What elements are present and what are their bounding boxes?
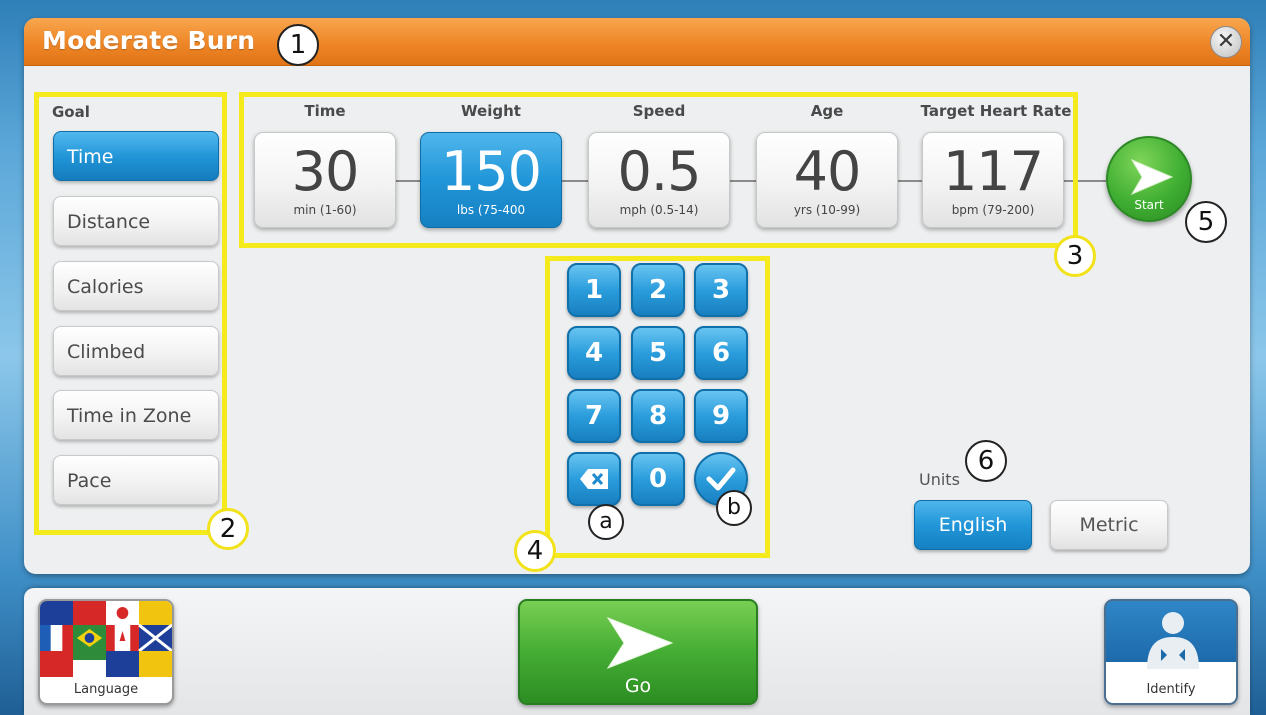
param-label-target-heart-rate: Target Heart Rate xyxy=(920,102,1072,120)
keypad-key-5[interactable]: 5 xyxy=(631,326,685,380)
arrow-right-icon xyxy=(1130,158,1174,196)
goal-option-time-in-zone[interactable]: Time in Zone xyxy=(53,390,219,440)
start-button[interactable]: Start xyxy=(1106,136,1192,222)
go-label: Go xyxy=(624,675,652,697)
goal-option-calories[interactable]: Calories xyxy=(53,261,219,311)
param-range: bpm (79-200) xyxy=(951,203,1035,217)
connector-line xyxy=(562,180,588,182)
close-button[interactable]: ✕ xyxy=(1210,26,1242,58)
param-range: mph (0.5-14) xyxy=(619,203,699,217)
go-button[interactable]: Go xyxy=(518,599,758,705)
flags-icon xyxy=(40,601,172,677)
goal-label: Goal xyxy=(52,103,90,121)
param-label-speed: Speed xyxy=(632,102,686,120)
param-label-time: Time xyxy=(304,102,346,120)
callout-a: a xyxy=(588,504,624,540)
callout-2: 2 xyxy=(207,508,249,550)
param-target-heart-rate[interactable]: 117 bpm (79-200) xyxy=(922,132,1064,228)
param-range: lbs (75-400 xyxy=(456,203,526,217)
identify-label: Identify xyxy=(1146,682,1196,697)
connector-line xyxy=(396,180,420,182)
keypad-key-8[interactable]: 8 xyxy=(631,389,685,443)
identify-button[interactable]: Identify xyxy=(1104,599,1238,705)
param-label-age: Age xyxy=(810,102,844,120)
connector-line xyxy=(1064,180,1106,182)
param-value: 117 xyxy=(942,140,1044,203)
goal-option-distance[interactable]: Distance xyxy=(53,196,219,246)
language-button[interactable]: Language xyxy=(38,599,174,705)
keypad-key-9[interactable]: 9 xyxy=(694,389,748,443)
param-range: min (1-60) xyxy=(293,203,357,217)
callout-1: 1 xyxy=(277,24,319,66)
connector-line xyxy=(898,180,922,182)
callout-4: 4 xyxy=(514,530,556,572)
param-label-weight: Weight xyxy=(461,102,521,120)
callout-3: 3 xyxy=(1054,235,1096,277)
keypad-key-3[interactable]: 3 xyxy=(694,263,748,317)
param-range: yrs (10-99) xyxy=(793,203,861,217)
keypad-key-0[interactable]: 0 xyxy=(631,452,685,506)
param-value: 30 xyxy=(291,140,360,203)
arrow-right-icon xyxy=(606,616,674,670)
keypad-key-4[interactable]: 4 xyxy=(567,326,621,380)
keypad-key-1[interactable]: 1 xyxy=(567,263,621,317)
language-label: Language xyxy=(73,682,139,697)
start-label: Start xyxy=(1134,198,1164,212)
callout-6: 6 xyxy=(965,440,1007,482)
param-age[interactable]: 40 yrs (10-99) xyxy=(756,132,898,228)
callout-b: b xyxy=(716,490,752,526)
user-icon xyxy=(1147,612,1199,669)
keypad-key-6[interactable]: 6 xyxy=(694,326,748,380)
param-weight[interactable]: 150 lbs (75-400 xyxy=(420,132,562,228)
units-metric-button[interactable]: Metric xyxy=(1050,500,1168,550)
param-value: 150 xyxy=(440,140,542,203)
backspace-icon xyxy=(580,469,608,489)
checkmark-icon xyxy=(706,467,736,491)
param-time[interactable]: 30 min (1-60) xyxy=(254,132,396,228)
goal-option-climbed[interactable]: Climbed xyxy=(53,326,219,376)
goal-option-time[interactable]: Time xyxy=(53,131,219,181)
keypad-key-2[interactable]: 2 xyxy=(631,263,685,317)
param-speed[interactable]: 0.5 mph (0.5-14) xyxy=(588,132,730,228)
keypad-backspace-button[interactable] xyxy=(567,452,621,506)
goal-option-pace[interactable]: Pace xyxy=(53,455,219,505)
callout-5: 5 xyxy=(1185,201,1227,243)
param-value: 0.5 xyxy=(617,140,702,203)
param-value: 40 xyxy=(793,140,862,203)
units-label: Units xyxy=(919,470,960,489)
units-english-button[interactable]: English xyxy=(914,500,1032,550)
workout-title: Moderate Burn xyxy=(42,26,256,55)
connector-line xyxy=(730,180,756,182)
title-bar: Moderate Burn ✕ xyxy=(24,18,1250,66)
keypad-key-7[interactable]: 7 xyxy=(567,389,621,443)
